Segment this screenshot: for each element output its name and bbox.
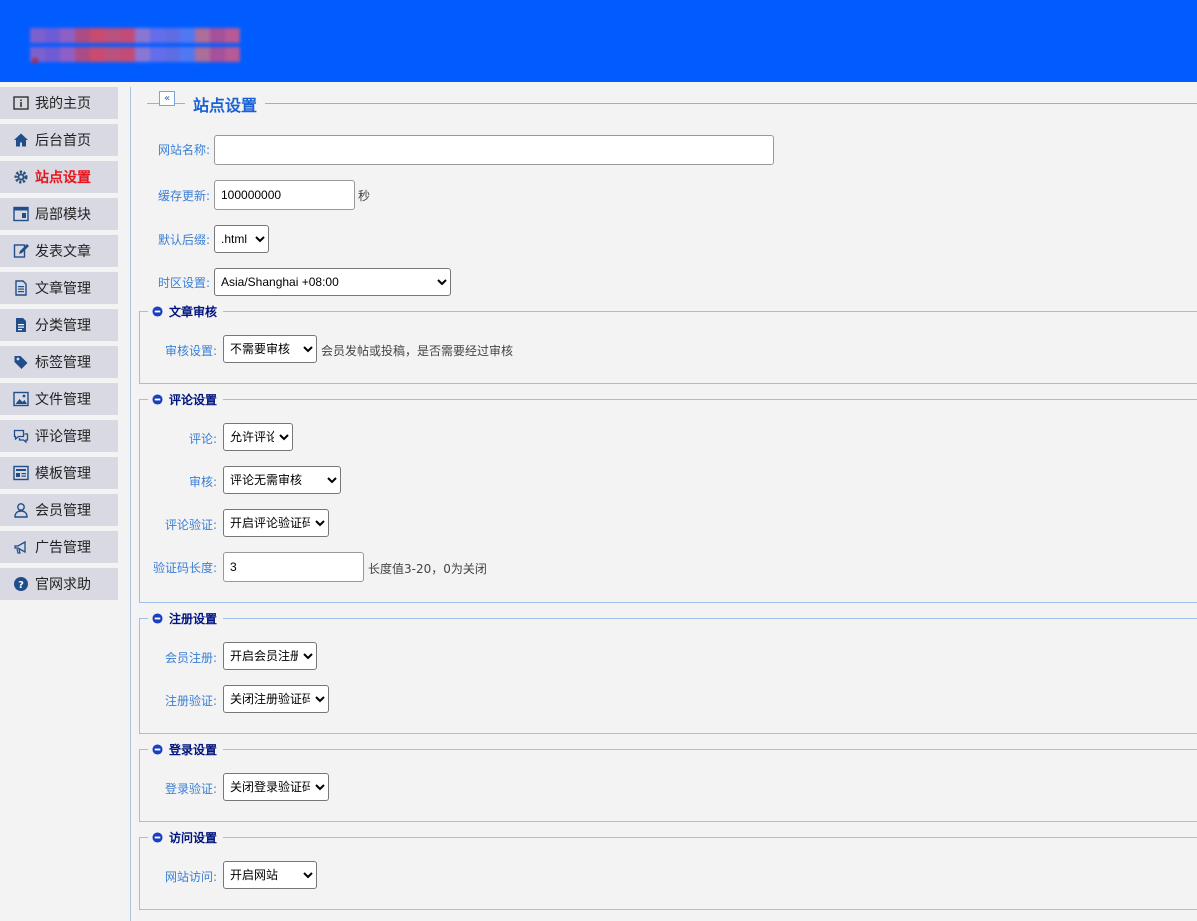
megaphone-icon — [13, 539, 29, 555]
login-verify-select[interactable]: 关闭登录验证码 — [223, 773, 329, 801]
sidebar-item-0[interactable]: 我的主页 — [0, 87, 118, 119]
circle-minus-icon — [152, 613, 163, 624]
sidebar-item-label: 我的主页 — [35, 96, 91, 112]
cache-update-input[interactable] — [214, 180, 355, 210]
review-setting-note: 会员发帖或投稿，是否需要经过审核 — [321, 344, 514, 358]
sidebar-item-13[interactable]: ? 官网求助 — [0, 568, 118, 600]
sidebar-item-label: 站点设置 — [35, 170, 91, 186]
sidebar-item-label: 会员管理 — [35, 503, 91, 519]
register-verify-select[interactable]: 关闭注册验证码 — [223, 685, 329, 713]
comment-audit-label: 审核: — [188, 475, 217, 489]
comment-label: 评论: — [188, 432, 217, 446]
sidebar-item-6[interactable]: 分类管理 — [0, 309, 118, 341]
login-settings-legend-text: 登录设置 — [169, 743, 218, 757]
sidebar-item-label: 局部模块 — [35, 207, 91, 223]
timezone-label: 时区设置: — [157, 276, 210, 290]
template-icon — [13, 465, 29, 481]
comment-select[interactable]: 允许评论 — [223, 423, 293, 451]
logo-dot — [32, 58, 38, 63]
site-name-label: 网站名称: — [157, 143, 210, 157]
register-settings-legend-text: 注册设置 — [169, 612, 218, 626]
info-icon — [13, 95, 29, 111]
sidebar-item-7[interactable]: 标签管理 — [0, 346, 118, 378]
gear-icon — [13, 169, 29, 185]
sidebar-item-label: 官网求助 — [35, 577, 91, 593]
sidebar-item-9[interactable]: 评论管理 — [0, 420, 118, 452]
register-settings-legend: 注册设置 — [148, 610, 224, 627]
tag-icon — [13, 354, 29, 370]
login-settings-legend: 登录设置 — [148, 741, 224, 758]
register-verify-label: 注册验证: — [164, 694, 217, 708]
timezone-select[interactable]: Asia/Shanghai +08:00 — [214, 268, 451, 296]
member-register-label: 会员注册: — [164, 651, 217, 665]
comment-audit-select[interactable]: 评论无需审核 — [223, 466, 341, 494]
collapse-sidebar-button[interactable]: « — [159, 91, 175, 106]
sidebar-item-10[interactable]: 模板管理 — [0, 457, 118, 489]
site-access-label: 网站访问: — [164, 870, 217, 884]
site-name-input[interactable] — [214, 135, 774, 165]
access-settings-legend-text: 访问设置 — [169, 831, 218, 845]
comment-verify-label: 评论验证: — [164, 518, 217, 532]
circle-minus-icon — [152, 744, 163, 755]
help-icon: ? — [13, 576, 29, 592]
sidebar-item-label: 文章管理 — [35, 281, 91, 297]
default-suffix-select[interactable]: .html — [214, 225, 269, 253]
circle-minus-icon — [152, 306, 163, 317]
svg-text:?: ? — [18, 580, 24, 591]
sidebar-item-11[interactable]: 会员管理 — [0, 494, 118, 526]
site-logo-blurred — [30, 28, 240, 66]
page-title: 站点设置 — [185, 92, 266, 116]
access-settings-legend: 访问设置 — [148, 829, 224, 846]
circle-minus-icon — [152, 832, 163, 843]
user-icon — [13, 502, 29, 518]
review-setting-label: 审核设置: — [164, 344, 217, 358]
sidebar-item-label: 评论管理 — [35, 429, 91, 445]
sidebar-item-12[interactable]: 广告管理 — [0, 531, 118, 563]
review-setting-select[interactable]: 不需要审核 — [223, 335, 317, 363]
comment-settings-legend: 评论设置 — [148, 391, 224, 408]
member-register-select[interactable]: 开启会员注册 — [223, 642, 317, 670]
sidebar-item-8[interactable]: 文件管理 — [0, 383, 118, 415]
sidebar-item-label: 文件管理 — [35, 392, 91, 408]
content-divider — [130, 87, 131, 921]
sidebar-item-5[interactable]: 文章管理 — [0, 272, 118, 304]
file-icon — [13, 317, 29, 333]
sidebar-item-1[interactable]: 后台首页 — [0, 124, 118, 156]
image-icon — [13, 391, 29, 407]
comment-icon — [13, 428, 29, 444]
edit-icon — [13, 243, 29, 259]
captcha-length-note: 长度值3-20，0为关闭 — [368, 562, 487, 576]
sidebar-item-label: 广告管理 — [35, 540, 91, 556]
title-rule — [147, 103, 1197, 104]
sidebar-item-4[interactable]: 发表文章 — [0, 235, 118, 267]
site-access-select[interactable]: 开启网站 — [223, 861, 317, 889]
sidebar-menu: 我的主页后台首页站点设置局部模块发表文章文章管理分类管理标签管理文件管理评论管理… — [0, 87, 118, 605]
cache-unit-text: 秒 — [358, 189, 371, 203]
sidebar-item-2[interactable]: 站点设置 — [0, 161, 118, 193]
login-verify-label: 登录验证: — [164, 782, 217, 796]
comment-verify-select[interactable]: 开启评论验证码 — [223, 509, 329, 537]
register-settings-fieldset — [139, 618, 1197, 734]
sidebar-item-label: 发表文章 — [35, 244, 91, 260]
sidebar-item-label: 模板管理 — [35, 466, 91, 482]
sidebar-item-3[interactable]: 局部模块 — [0, 198, 118, 230]
sidebar-item-label: 后台首页 — [35, 133, 91, 149]
sidebar-item-label: 分类管理 — [35, 318, 91, 334]
comment-settings-legend-text: 评论设置 — [169, 393, 218, 407]
document-icon — [13, 280, 29, 296]
captcha-length-input[interactable] — [223, 552, 364, 582]
circle-minus-icon — [152, 394, 163, 405]
home-icon — [13, 132, 29, 148]
cache-update-label: 缓存更新: — [157, 189, 210, 203]
article-review-legend: 文章审核 — [148, 303, 224, 320]
article-review-legend-text: 文章审核 — [169, 305, 218, 319]
default-suffix-label: 默认后缀: — [157, 233, 210, 247]
top-header — [0, 0, 1197, 82]
captcha-length-label: 验证码长度: — [152, 561, 217, 575]
window-icon — [13, 206, 29, 222]
sidebar-item-label: 标签管理 — [35, 355, 91, 371]
